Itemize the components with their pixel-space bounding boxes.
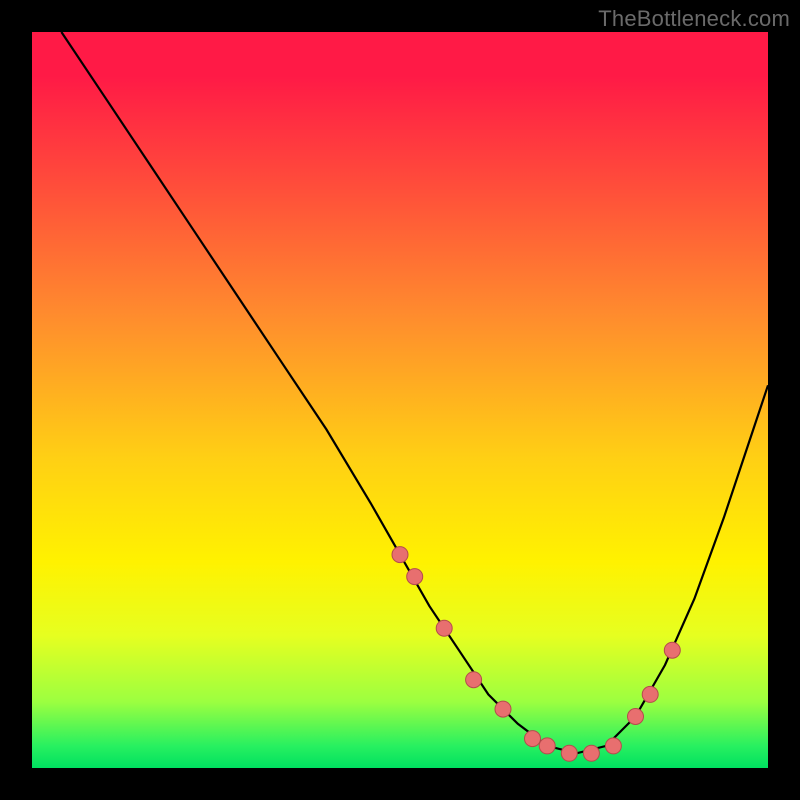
plot-area	[32, 32, 768, 768]
highlight-marker	[605, 738, 621, 754]
highlight-marker	[664, 642, 680, 658]
highlight-marker	[392, 547, 408, 563]
highlight-marker	[561, 745, 577, 761]
highlighted-markers-group	[392, 547, 680, 762]
highlight-marker	[495, 701, 511, 717]
curve-layer	[32, 32, 768, 768]
highlight-marker	[642, 686, 658, 702]
chart-container: TheBottleneck.com	[0, 0, 800, 800]
highlight-marker	[583, 745, 599, 761]
highlight-marker	[525, 731, 541, 747]
highlight-marker	[436, 620, 452, 636]
highlight-marker	[628, 709, 644, 725]
watermark-text: TheBottleneck.com	[598, 6, 790, 32]
highlight-marker	[539, 738, 555, 754]
highlight-marker	[407, 569, 423, 585]
highlight-marker	[466, 672, 482, 688]
bottleneck-curve-path	[61, 32, 768, 753]
